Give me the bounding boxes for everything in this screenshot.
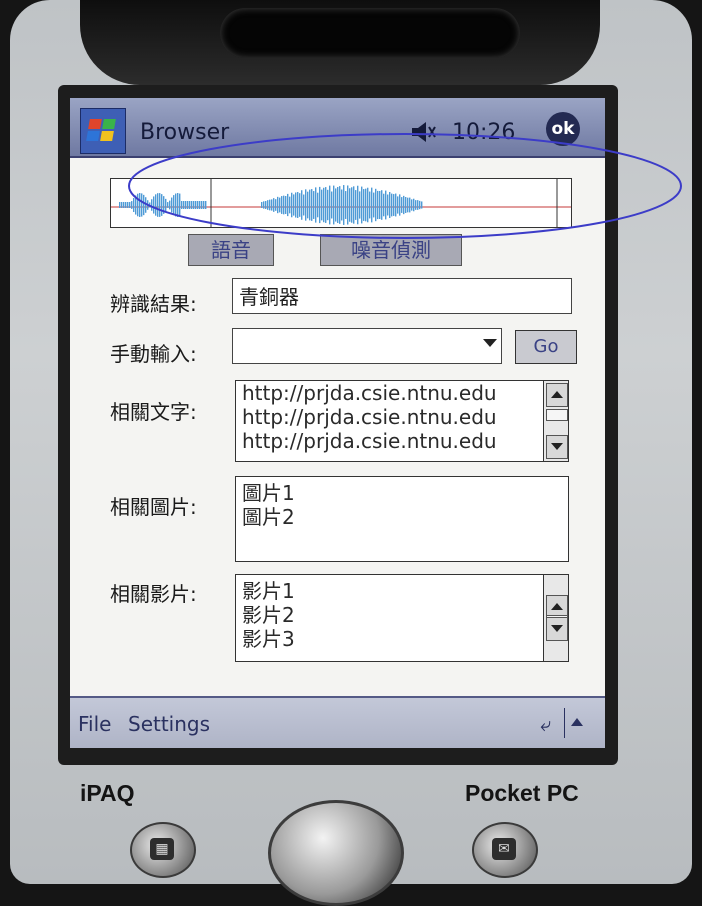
chevron-down-icon[interactable] (483, 339, 497, 347)
menu-settings[interactable]: Settings (128, 712, 210, 736)
related-text-label: 相關文字: (110, 400, 197, 424)
menu-bar: File Settings ⤶ (70, 696, 605, 748)
divider (564, 708, 565, 738)
go-button[interactable]: Go (515, 330, 577, 364)
related-images-label: 相關圖片: (110, 495, 197, 519)
waveform-graphic (111, 179, 571, 227)
title-bar: Browser 10:26 ok (70, 98, 605, 158)
recognition-result-field[interactable]: 青銅器 (232, 278, 572, 314)
list-item[interactable]: http://prjda.csie.ntnu.edu (236, 381, 568, 405)
speaker-grille (220, 8, 520, 58)
brand-ipaq: iPAQ (80, 780, 135, 806)
recognition-label: 辨識結果: (110, 292, 197, 316)
chevron-up-icon[interactable] (571, 718, 583, 726)
speaker-housing (80, 0, 600, 85)
recognition-result-value: 青銅器 (239, 285, 299, 309)
list-item[interactable]: 影片3 (236, 627, 568, 651)
list-item[interactable]: http://prjda.csie.ntnu.edu (236, 429, 568, 453)
scroll-up-icon[interactable] (546, 383, 568, 407)
manual-input-label: 手動輸入: (110, 342, 197, 366)
waveform-display (110, 178, 572, 228)
navigation-pad[interactable] (268, 800, 404, 906)
menu-file[interactable]: File (78, 712, 111, 736)
screen: Browser 10:26 ok 語音 噪音偵測 辨識結果: 青銅器 手動輸入:… (70, 98, 605, 748)
list-item[interactable]: http://prjda.csie.ntnu.edu (236, 405, 568, 429)
related-videos-list[interactable]: 影片1 影片2 影片3 (235, 574, 569, 662)
list-item[interactable]: 影片1 (236, 575, 568, 603)
list-item[interactable]: 圖片2 (236, 505, 568, 529)
keyboard-sip-icon[interactable]: ⤶ (540, 712, 551, 736)
list-item[interactable]: 影片2 (236, 603, 568, 627)
mail-icon: ✉ (492, 838, 516, 860)
app-title: Browser (140, 120, 230, 145)
manual-input-dropdown[interactable] (232, 328, 502, 364)
scroll-thumb[interactable] (546, 409, 568, 421)
calendar-icon: ▦ (150, 838, 174, 860)
scrollbar[interactable] (543, 575, 568, 661)
calendar-hardware-button[interactable]: ▦ (130, 822, 196, 878)
related-images-list[interactable]: 圖片1 圖片2 (235, 476, 569, 562)
noise-detect-button[interactable]: 噪音偵測 (320, 234, 462, 266)
speaker-muted-icon[interactable] (410, 120, 436, 144)
ok-button[interactable]: ok (546, 112, 580, 146)
speech-button[interactable]: 語音 (188, 234, 274, 266)
clock[interactable]: 10:26 (452, 120, 515, 145)
related-videos-label: 相關影片: (110, 582, 197, 606)
brand-pocket-pc: Pocket PC (465, 780, 579, 806)
scrollbar[interactable] (543, 381, 568, 461)
scroll-down-icon[interactable] (546, 435, 568, 459)
scroll-down-icon[interactable] (546, 617, 568, 641)
list-item[interactable]: 圖片1 (236, 477, 568, 505)
windows-flag-icon[interactable] (80, 108, 126, 154)
related-text-list[interactable]: http://prjda.csie.ntnu.edu http://prjda.… (235, 380, 569, 462)
inbox-hardware-button[interactable]: ✉ (472, 822, 538, 878)
